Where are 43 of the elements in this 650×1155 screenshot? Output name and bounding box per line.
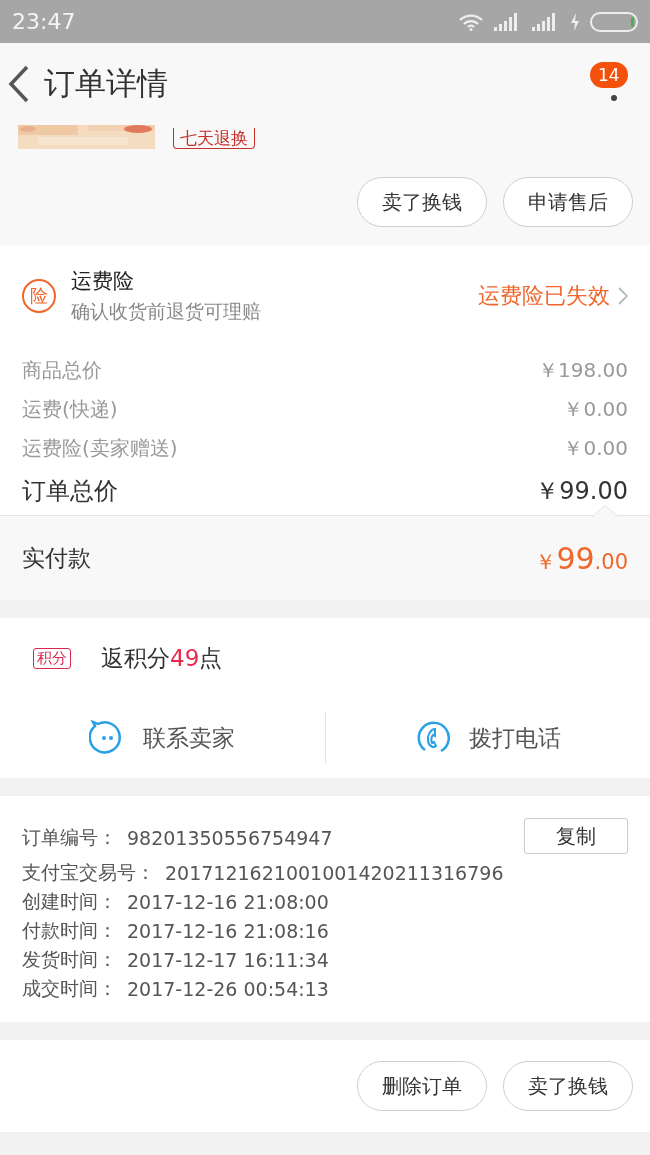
copy-button[interactable]: 复制 — [524, 818, 628, 854]
battery-icon — [590, 11, 638, 32]
info-value: 2017-12-16 21:08:16 — [127, 919, 329, 942]
price-label: 商品总价 — [22, 357, 102, 384]
info-value: 2017-12-17 16:11:34 — [127, 948, 329, 971]
page-title: 订单详情 — [44, 64, 169, 103]
points-text: 返积分49点 — [101, 643, 223, 673]
info-label: 付款时间： — [22, 917, 117, 943]
action-button[interactable]: 卖了换钱 — [357, 177, 487, 227]
info-value: 2017-12-26 00:54:13 — [127, 977, 329, 1000]
price-value: ￥198.00 — [538, 357, 628, 384]
status-time: 23:47 — [12, 9, 76, 34]
paid-label: 实付款 — [22, 543, 91, 573]
points-badge: 积分 — [33, 647, 71, 669]
insurance-title: 运费险 — [71, 268, 135, 295]
wifi-icon — [458, 12, 484, 31]
contact-button[interactable]: 联系卖家 — [0, 713, 325, 763]
action-button[interactable]: 删除订单 — [357, 1061, 487, 1111]
insurance-icon: 险 — [22, 279, 56, 313]
insurance-subtitle: 确认收货前退货可理赔 — [71, 299, 262, 324]
price-value: ￥99.00 — [535, 475, 628, 507]
info-label: 订单编号： — [22, 825, 117, 850]
info-label: 创建时间： — [22, 888, 117, 914]
info-value: 2017121621001001420211316796 — [165, 861, 504, 884]
notification-badge: 14 — [590, 62, 628, 88]
info-label: 成交时间： — [22, 975, 117, 1001]
action-button[interactable]: 申请售后 — [503, 177, 633, 227]
charging-icon — [570, 12, 580, 31]
info-value: 2017-12-16 21:08:00 — [127, 890, 329, 913]
contact-button[interactable]: 拨打电话 — [325, 713, 650, 763]
price-label: 运费险(卖家赠送) — [22, 435, 178, 462]
info-label: 支付宝交易号： — [22, 859, 155, 885]
back-icon[interactable] — [8, 65, 30, 103]
price-label: 订单总价 — [22, 475, 118, 507]
paid-amount: ￥99.00 — [535, 540, 628, 576]
return-policy-tag: 七天退换 — [173, 128, 255, 149]
info-value: 98201350556754947 — [127, 827, 333, 849]
price-label: 运费(快递) — [22, 396, 118, 423]
price-value: ￥0.00 — [563, 396, 628, 423]
info-label: 发货时间： — [22, 946, 117, 972]
chevron-right-icon — [618, 287, 628, 305]
action-button[interactable]: 卖了换钱 — [503, 1061, 633, 1111]
price-value: ￥0.00 — [563, 435, 628, 462]
